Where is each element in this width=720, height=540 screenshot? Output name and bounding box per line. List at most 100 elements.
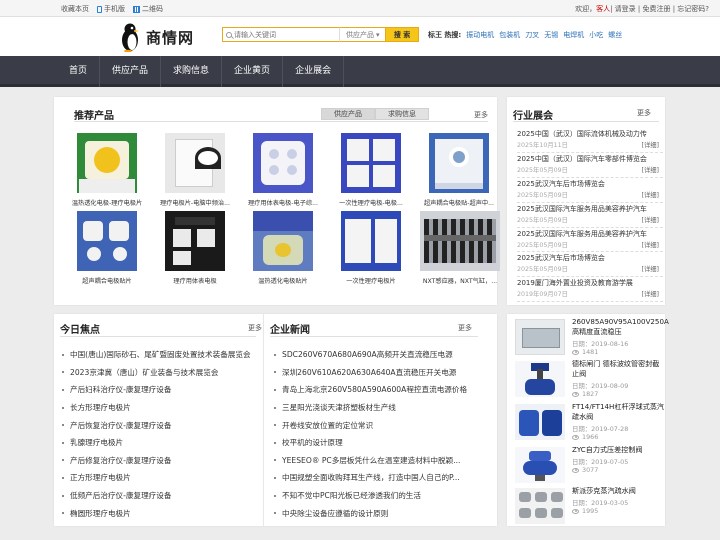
- list-item[interactable]: 乳腺理疗电极片: [62, 434, 258, 452]
- list-item[interactable]: 深圳260V610A620A630A640A直流稳压开关电源: [274, 364, 486, 382]
- list-item[interactable]: 中央除尘设备应遵循的设计原则: [274, 504, 486, 522]
- exhibition-item[interactable]: 2025武汉汽车后市场博览会 2025年05月09日 [详细]: [517, 178, 663, 203]
- site-logo[interactable]: 商情网: [120, 22, 194, 52]
- product-card[interactable]: 理疗电极片-电脑中频治...: [152, 133, 238, 207]
- login-links[interactable]: | 请登录 | 免费注册 | 忘记密码?: [610, 5, 709, 13]
- list-item[interactable]: 产后恢复治疗仪-康复理疗设备: [62, 416, 258, 434]
- product-image: [515, 319, 565, 355]
- product-image: [77, 211, 137, 271]
- product-card[interactable]: 温热透化电极-理疗电极片: [64, 133, 150, 207]
- list-item[interactable]: SDC260V670A680A690A高频开关直流稳压电源: [274, 346, 486, 364]
- product-caption: NXT感应器，NXT气缸，...: [422, 278, 498, 285]
- list-item[interactable]: 三星阳光浇谈天津挤塑板材生产线: [274, 399, 486, 417]
- product-caption: 温热透化电极贴片: [258, 278, 308, 285]
- list-item[interactable]: 青岛上海北京260V580A590A600A程控直流电源价格: [274, 381, 486, 399]
- welcome-text: 欢迎，: [575, 5, 597, 13]
- featured-product[interactable]: FT14/FT14H杠杆浮球式蒸汽疏水阀 日期：2019-07-28 1966: [515, 402, 664, 446]
- views-icon: [572, 467, 579, 473]
- product-card[interactable]: 一次性理疗电极-电极...: [328, 133, 414, 207]
- list-item[interactable]: 中国(唐山)国际砂石、尾矿暨固废处置技术装备展览会: [62, 346, 258, 364]
- exhibition-item[interactable]: 2025武汉国际汽车服务用品美容养护汽车 2025年05月09日 [详细]: [517, 203, 663, 228]
- nav-supply[interactable]: 供应产品: [100, 56, 162, 87]
- exhibition-item[interactable]: 2025中国（武汉）国际汽车零部件博览会 2025年05月09日 [详细]: [517, 153, 663, 178]
- featured-product[interactable]: 德标闸门 德标波纹管密封截止阀 日期：2019-08-09 1827: [515, 359, 663, 403]
- product-caption: 理疗用体表电极: [173, 278, 217, 285]
- search-category-select[interactable]: 供应产品 ▾: [339, 27, 386, 42]
- exhibitions-more-link[interactable]: 更多: [637, 108, 651, 118]
- exhibitions-title: 行业展会: [513, 111, 553, 122]
- featured-product[interactable]: 260V85A90V95A100V250A高精度直流稳压 日期：2019-08-…: [515, 317, 669, 361]
- qrcode-icon: [133, 5, 140, 13]
- nav-yellow-pages[interactable]: 企业黄页: [222, 56, 284, 87]
- detail-link[interactable]: [详细]: [641, 289, 659, 298]
- nav-home[interactable]: 首页: [57, 56, 101, 87]
- mobile-icon: [97, 5, 102, 13]
- list-item[interactable]: 椭圆形理疗电极片: [62, 504, 258, 522]
- list-item[interactable]: 正方形理疗电极片: [62, 469, 258, 487]
- hot-keyword[interactable]: 螺丝: [608, 30, 622, 40]
- featured-products-panel: 260V85A90V95A100V250A高精度直流稳压 日期：2019-08-…: [507, 314, 669, 526]
- list-item[interactable]: 不知不觉中PC阳光板已经渗透我们的生活: [274, 487, 486, 505]
- qrcode-link[interactable]: 二维码: [133, 4, 163, 14]
- list-item[interactable]: 中国规塑全面收购拜耳生产线，打造中国人自己的P...: [274, 469, 486, 487]
- list-item[interactable]: 长方形理疗电极片: [62, 399, 258, 417]
- product-card[interactable]: 超声耦合电极贴片: [64, 211, 150, 285]
- nav-exhibitions[interactable]: 企业展会: [283, 56, 345, 87]
- product-image: [420, 211, 500, 271]
- nav-purchase[interactable]: 求购信息: [161, 56, 223, 87]
- mobile-link[interactable]: 手机版: [97, 4, 125, 14]
- bookmark-link[interactable]: 收藏本页: [61, 4, 89, 14]
- product-card[interactable]: 理疗用体表电极: [152, 211, 238, 285]
- hot-keyword[interactable]: 振动电机: [466, 30, 494, 40]
- featured-product[interactable]: ZYC自力式压差控制阀 日期：2019-07-05 3077: [515, 445, 663, 489]
- exhibition-item[interactable]: 2019厦门海外置业投资及教育游学展 2019年09月07日 [详细]: [517, 277, 663, 303]
- penguin-logo-icon: [122, 23, 139, 52]
- list-item[interactable]: 2023京津冀（唐山）矿业装备与技术展览会: [62, 364, 258, 382]
- tab-supply[interactable]: 供应产品: [321, 108, 375, 120]
- recommended-more-link[interactable]: 更多: [474, 110, 488, 120]
- news-more-link[interactable]: 更多: [458, 323, 472, 333]
- product-card[interactable]: 超声耦合电极贴-超声中...: [416, 133, 502, 207]
- exhibition-item[interactable]: 2025武汉汽车后市场博览会 2025年05月09日 [详细]: [517, 252, 663, 278]
- exhibition-item[interactable]: 2025武汉国际汽车服务用品美容养护汽车 2025年05月09日 [详细]: [517, 228, 663, 253]
- featured-product[interactable]: 斯派莎克蒸汽疏水阀 日期：2019-03-05 1995: [515, 486, 663, 530]
- detail-link[interactable]: [详细]: [641, 190, 659, 199]
- recommended-products-panel: 推荐产品 供应产品 求购信息 更多 温热透化电极-理疗电极片 理疗电极片-电脑中…: [54, 97, 500, 305]
- list-item[interactable]: YEESEO® PC多层板凭什么在温室建造材料中脱颖...: [274, 452, 486, 470]
- views-icon: [572, 391, 579, 397]
- hot-keyword[interactable]: 电焊机: [563, 30, 584, 40]
- hot-keyword[interactable]: 无锡: [544, 30, 558, 40]
- list-item[interactable]: 产后妇科治疗仪-康复理疗设备: [62, 381, 258, 399]
- search-button[interactable]: 搜 索: [385, 27, 419, 42]
- detail-link[interactable]: [详细]: [641, 215, 659, 224]
- hot-keyword[interactable]: 包装机: [499, 30, 520, 40]
- list-item[interactable]: 低频产后治疗仪-康复理疗设备: [62, 487, 258, 505]
- product-caption: 温热透化电极-理疗电极片: [71, 200, 143, 207]
- detail-link[interactable]: [详细]: [641, 240, 659, 249]
- hot-keyword[interactable]: 刀叉: [525, 30, 539, 40]
- product-caption: 一次性理疗电极-电极...: [339, 200, 403, 207]
- list-item[interactable]: 校平机的设计原理: [274, 434, 486, 452]
- top-bar: 收藏本页 手机版 二维码 欢迎，客人| 请登录 | 免费注册 | 忘记密码?: [0, 0, 720, 17]
- focus-title: 今日焦点: [60, 325, 100, 336]
- product-card[interactable]: NXT感应器，NXT气缸，...: [416, 211, 504, 285]
- focus-more-link[interactable]: 更多: [248, 323, 262, 333]
- tab-purchase[interactable]: 求购信息: [375, 108, 429, 120]
- exhibition-item[interactable]: 2025中国（武汉）国际流体机械及动力传 2025年10月11日 [详细]: [517, 128, 663, 153]
- list-item[interactable]: 开卷线安放位置的定位常识: [274, 416, 486, 434]
- product-image: [253, 211, 313, 271]
- product-card[interactable]: 一次性理疗电极片: [328, 211, 414, 285]
- recommended-title: 推荐产品: [74, 111, 114, 122]
- detail-link[interactable]: [详细]: [641, 140, 659, 149]
- detail-link[interactable]: [详细]: [641, 165, 659, 174]
- product-card[interactable]: 理疗用体表电极-电子综...: [240, 133, 326, 207]
- header: 商情网 供应产品 ▾ 搜 索 标王 热搜: 振动电机 包装机 刀叉 无锡 电焊机…: [0, 17, 720, 56]
- product-card[interactable]: 温热透化电极贴片: [240, 211, 326, 285]
- search-input[interactable]: [234, 30, 334, 39]
- product-image: [515, 361, 565, 397]
- hot-keyword[interactable]: 小吃: [589, 30, 603, 40]
- product-image: [77, 133, 137, 193]
- list-item[interactable]: 产后修复治疗仪-康复理疗设备: [62, 452, 258, 470]
- guest-name: 客人: [596, 5, 611, 13]
- detail-link[interactable]: [详细]: [641, 264, 659, 273]
